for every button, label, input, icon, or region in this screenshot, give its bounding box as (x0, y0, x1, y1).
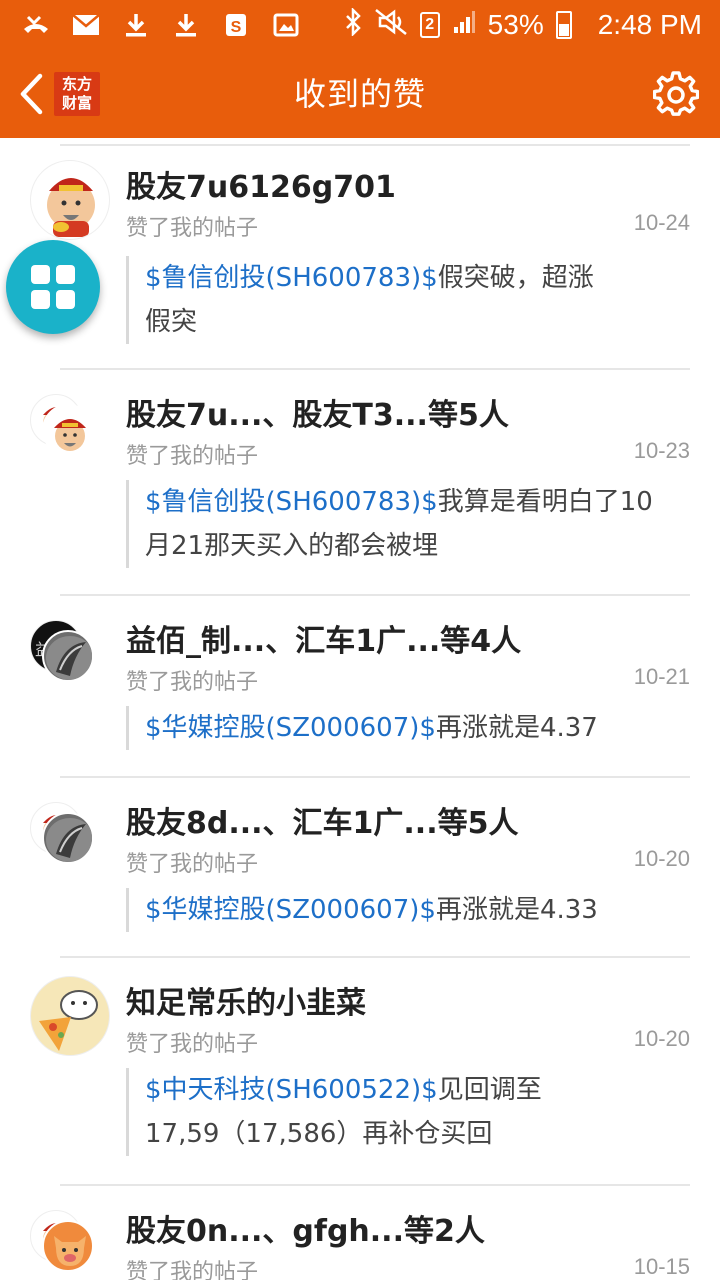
post-quote[interactable]: $华媒控股(SZ000607)$再涨就是4.33 (126, 888, 666, 932)
action-text: 赞了我的帖子 (126, 670, 259, 695)
list-item[interactable]: 知足常乐的小韭菜 赞了我的帖子 10-20 $中天科技(SH600522)$见回… (0, 956, 720, 1186)
post-text: 我算是看明白了10 (437, 487, 653, 517)
app-bar: 东方 财富 收到的赞 (0, 50, 720, 138)
post-text: 见回调至 (437, 1075, 542, 1105)
avatar-group[interactable] (30, 796, 110, 876)
battery-icon (555, 11, 572, 39)
list-item[interactable]: 股友8d...、汇车1广...等5人 赞了我的帖子 10-20 $华媒控股(SZ… (0, 776, 720, 958)
date: 10-20 (633, 1026, 690, 1051)
bluetooth-icon (344, 6, 362, 43)
post-text-cont: 17,59（17,586）再补仓买回 (145, 1119, 493, 1149)
post-quote[interactable]: $鲁信创投(SH600783)$假突破，超涨 假突 (126, 256, 666, 344)
mute-icon (374, 8, 408, 43)
list-item[interactable]: 股友0n...、gfgh...等2人 赞了我的帖子 10-15 (0, 1184, 720, 1280)
grid-icon (31, 265, 75, 309)
liker-name[interactable]: 股友8d...、汇车1广...等5人 (126, 798, 518, 842)
post-text-cont: 假突 (145, 307, 198, 337)
stock-tag[interactable]: $鲁信创投(SH600783)$ (145, 263, 438, 293)
avatar-image (30, 976, 110, 1056)
action-text: 赞了我的帖子 (126, 1260, 259, 1280)
signal-icon (452, 9, 476, 42)
missed-call-icon (22, 11, 50, 39)
date: 10-15 (633, 1254, 690, 1279)
post-text: 再涨就是4.37 (435, 713, 598, 743)
download-icon (172, 11, 200, 39)
post-quote[interactable]: $鲁信创投(SH600783)$我算是看明白了10 月21那天买入的都会被埋 (126, 480, 666, 568)
floating-menu-button[interactable] (6, 240, 100, 334)
app-s-icon: S (222, 11, 250, 39)
liker-name[interactable]: 股友0n...、gfgh...等2人 (126, 1206, 485, 1250)
list-item[interactable]: 益 益佰_制...、汇车1广...等4人 赞了我的帖子 10-21 $华媒控股(… (0, 594, 720, 778)
stock-tag[interactable]: $中天科技(SH600522)$ (145, 1075, 438, 1105)
svg-text:S: S (231, 19, 242, 36)
avatar[interactable] (30, 160, 110, 240)
avatar-group[interactable] (30, 1204, 110, 1280)
avatar-image (30, 160, 110, 240)
avatar-image (42, 812, 94, 864)
action-text: 赞了我的帖子 (126, 852, 259, 877)
avatar-group[interactable] (30, 388, 110, 468)
date: 10-23 (633, 438, 690, 463)
post-text: 假突破，超涨 (437, 263, 594, 293)
stock-tag[interactable]: $鲁信创投(SH600783)$ (145, 487, 438, 517)
stock-tag[interactable]: $华媒控股(SZ000607)$ (145, 895, 436, 925)
status-bar: S 2 53% 2:48 PM (0, 0, 720, 50)
avatar-group[interactable]: 益 (30, 614, 110, 694)
post-text: 再涨就是4.33 (435, 895, 598, 925)
post-text-cont: 月21那天买入的都会被埋 (145, 531, 439, 561)
liker-name[interactable]: 知足常乐的小韭菜 (126, 978, 366, 1022)
page-title: 收到的赞 (293, 75, 426, 113)
date: 10-21 (633, 664, 690, 689)
action-text: 赞了我的帖子 (126, 1032, 259, 1057)
list-item[interactable]: 股友7u6126g701 赞了我的帖子 10-24 $鲁信创投(SH600783… (0, 140, 720, 370)
post-quote[interactable]: $中天科技(SH600522)$见回调至 17,59（17,586）再补仓买回 (126, 1068, 666, 1156)
stock-tag[interactable]: $华媒控股(SZ000607)$ (145, 713, 436, 743)
avatar-image (42, 404, 94, 456)
list-item[interactable]: 股友7u...、股友T3...等5人 赞了我的帖子 10-23 $鲁信创投(SH… (0, 368, 720, 596)
action-text: 赞了我的帖子 (126, 216, 259, 241)
download-icon (122, 11, 150, 39)
liker-name[interactable]: 益佰_制...、汇车1广...等4人 (126, 616, 521, 660)
avatar-image (42, 630, 94, 682)
avatar[interactable] (30, 976, 110, 1056)
mail-icon (72, 11, 100, 39)
liker-name[interactable]: 股友7u...、股友T3...等5人 (126, 390, 509, 434)
likes-list[interactable]: 股友7u6126g701 赞了我的帖子 10-24 $鲁信创投(SH600783… (0, 138, 720, 1280)
image-icon (272, 11, 300, 39)
liker-name[interactable]: 股友7u6126g701 (126, 162, 396, 206)
date: 10-24 (633, 210, 690, 235)
avatar-image (42, 1220, 94, 1272)
settings-button[interactable] (652, 70, 700, 118)
gear-icon (653, 71, 699, 116)
battery-percent: 53% (487, 9, 544, 40)
clock: 2:48 PM (597, 9, 702, 40)
post-quote[interactable]: $华媒控股(SZ000607)$再涨就是4.37 (126, 706, 666, 750)
date: 10-20 (633, 846, 690, 871)
sim-icon: 2 (419, 12, 440, 38)
action-text: 赞了我的帖子 (126, 444, 259, 469)
